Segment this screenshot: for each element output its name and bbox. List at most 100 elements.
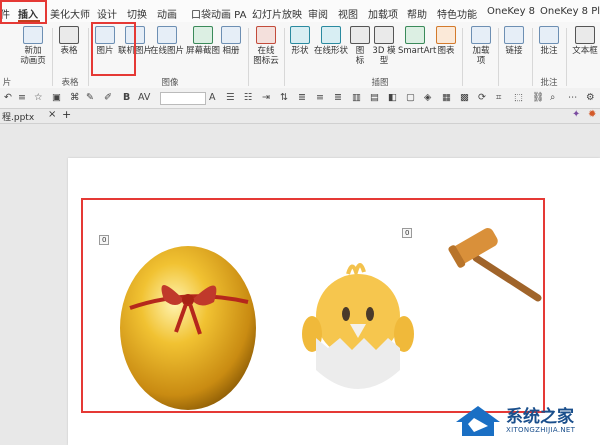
numbering-icon[interactable]: ☷ (244, 92, 253, 103)
shape-outline-icon[interactable]: ▢ (406, 92, 415, 103)
tab-onekey8-plus[interactable]: OneKey 8 Plus (540, 6, 600, 17)
comment-label: 批注 (540, 46, 558, 56)
addins-button[interactable]: 加载 项 (468, 26, 494, 66)
ribbon: 新加 动画页 表格 图片 联机图片 在线图片 屏幕截图 相册 在线 图标云 形状… (0, 22, 600, 89)
3d-model-button[interactable]: 3D 模 型 (372, 26, 396, 66)
tab-design[interactable]: 设计 (97, 6, 117, 21)
rotate-icon[interactable]: ⟳ (478, 92, 486, 103)
document-tab[interactable]: 程.pptx (2, 110, 34, 123)
album-icon (221, 26, 241, 44)
new-animation-page-label: 新加 动画页 (20, 46, 46, 66)
arrange-icon[interactable]: ▤ (370, 92, 379, 103)
tab-features[interactable]: 特色功能 (437, 6, 477, 21)
tab-view[interactable]: 视图 (338, 6, 358, 21)
tab-slideshow[interactable]: 幻灯片放映 (252, 6, 302, 21)
textbox-label: 文本框 (572, 46, 598, 56)
line-spacing-icon[interactable]: ⇅ (280, 92, 288, 103)
bullets-icon[interactable]: ☰ (226, 92, 235, 103)
new-tab-icon[interactable]: + (62, 108, 71, 121)
undo-icon[interactable]: ↶ (4, 92, 12, 103)
shapes-label: 形状 (291, 46, 309, 56)
addins-icon (471, 26, 491, 44)
highlight-insert-tab (0, 0, 47, 24)
album-button[interactable]: 相册 (220, 26, 242, 56)
select-icon[interactable]: ⬚ (514, 92, 523, 103)
watermark-url: XITONGZHIJIA.NET (506, 426, 576, 434)
tab-addins[interactable]: 加载项 (368, 6, 398, 21)
group-label-comments: 批注 (540, 78, 558, 88)
album-label: 相册 (222, 46, 240, 56)
gear-icon[interactable]: ✹ (588, 109, 596, 120)
3d-model-icon (374, 26, 394, 44)
indent-icon[interactable]: ⇥ (262, 92, 270, 103)
ribbon-separator (248, 28, 249, 86)
font-size-field[interactable] (160, 92, 206, 105)
group-label-illustrations: 插图 (371, 78, 389, 88)
settings-icon[interactable]: ⚙ (586, 92, 595, 103)
star-icon[interactable]: ☆ (34, 92, 43, 103)
shape-fill-icon[interactable]: ◧ (388, 92, 397, 103)
tab-animations[interactable]: 动画 (157, 6, 177, 21)
textbox-button[interactable]: 文本框 (570, 26, 600, 56)
tab-pocket-animation[interactable]: 口袋动画 PA (191, 6, 246, 21)
watermark-text: 系统之家 (506, 407, 574, 427)
group-icon[interactable]: ▩ (460, 92, 469, 103)
icons-button[interactable]: 图 标 (350, 26, 370, 66)
tab-review[interactable]: 审阅 (308, 6, 328, 21)
group-label-images: 图像 (161, 78, 179, 88)
table-label: 表格 (60, 46, 78, 56)
shapes-button[interactable]: 形状 (288, 26, 312, 56)
shapes-icon (290, 26, 310, 44)
chart-button[interactable]: 图表 (434, 26, 458, 56)
more-icon[interactable]: ⋯ (568, 92, 578, 103)
shape-effects-icon[interactable]: ◈ (424, 92, 431, 103)
align-center-icon[interactable]: ≡ (316, 92, 324, 103)
tab-transitions[interactable]: 切换 (127, 6, 147, 21)
crop-icon[interactable]: ⌗ (496, 92, 501, 103)
smartart-button[interactable]: SmartArt (398, 26, 436, 56)
link-button[interactable]: 链接 (502, 26, 526, 56)
new-animation-page-button[interactable]: 新加 动画页 (16, 26, 50, 66)
align-icon[interactable]: ≡ (18, 92, 26, 103)
tab-help[interactable]: 帮助 (407, 6, 427, 21)
puzzle-icon[interactable]: ✦ (572, 109, 580, 120)
screenshot-label: 屏幕截图 (185, 46, 220, 56)
align-left-icon[interactable]: ≣ (298, 92, 306, 103)
online-image-label: 在线图片 (150, 46, 185, 56)
frame-icon[interactable]: ▣ (52, 92, 61, 103)
icons-icon (350, 26, 370, 44)
house-logo-icon (456, 406, 500, 436)
table-button[interactable]: 表格 (56, 26, 82, 56)
columns-icon[interactable]: ▥ (352, 92, 361, 103)
text-color-button[interactable]: A (209, 92, 216, 103)
close-tab-icon[interactable]: × (48, 109, 56, 120)
addins-label: 加载 项 (472, 46, 490, 66)
screenshot-icon (193, 26, 213, 44)
screenshot-button[interactable]: 屏幕截图 (185, 26, 221, 56)
ribbon-separator (88, 28, 89, 86)
align-right-icon[interactable]: ≣ (334, 92, 342, 103)
char-spacing-button[interactable]: AV (138, 92, 150, 103)
online-shapes-label: 在线形状 (314, 46, 349, 56)
quick-style-icon[interactable]: ▦ (442, 92, 451, 103)
ribbon-separator (52, 28, 53, 86)
brush-icon[interactable]: ✐ (104, 92, 112, 103)
find-icon[interactable]: ⌕ (550, 92, 555, 103)
online-image-button[interactable]: 在线图片 (150, 26, 184, 56)
ribbon-tab-bar: 件 插入 美化大师 设计 切换 动画 口袋动画 PA 幻灯片放映 审阅 视图 加… (0, 0, 600, 22)
tab-beautify[interactable]: 美化大师 (50, 6, 90, 21)
bold-button[interactable]: B (123, 92, 130, 103)
comment-button[interactable]: 批注 (536, 26, 562, 56)
highlight-slide-content (81, 198, 545, 413)
icon-cloud-icon (256, 26, 276, 44)
format-painter-icon[interactable]: ⌘ (70, 92, 80, 103)
online-shapes-button[interactable]: 在线形状 (314, 26, 348, 56)
icon-cloud-label: 在线 图标云 (253, 46, 279, 66)
pen-icon[interactable]: ✎ (86, 92, 94, 103)
icon-cloud-button[interactable]: 在线 图标云 (252, 26, 280, 66)
chart-label: 图表 (437, 46, 455, 56)
table-icon (59, 26, 79, 44)
link-format-icon[interactable]: ⛓ (532, 92, 544, 103)
ribbon-separator (532, 28, 533, 86)
tab-onekey8[interactable]: OneKey 8 (487, 6, 535, 17)
